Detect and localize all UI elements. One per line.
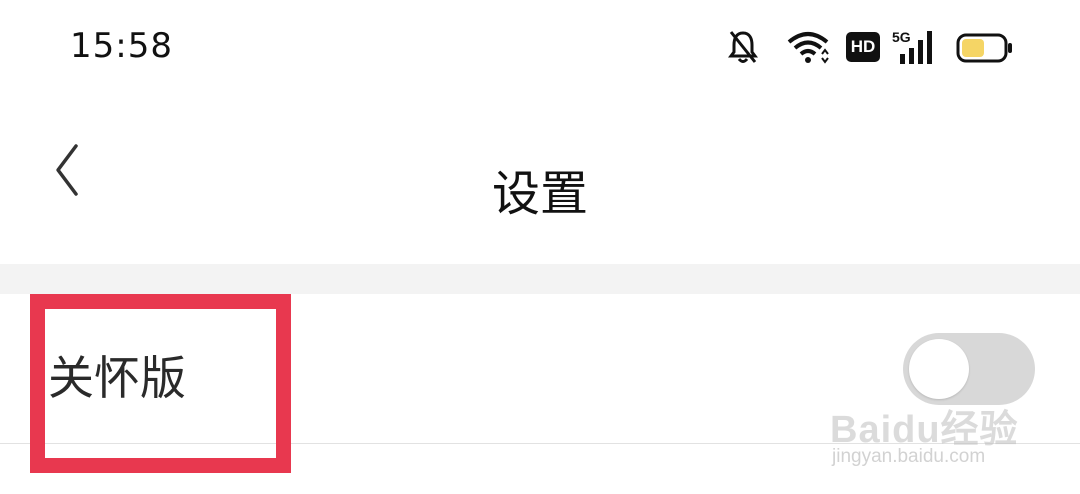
5g-signal-icon: 5G bbox=[892, 28, 940, 70]
section-divider bbox=[0, 264, 1080, 294]
page-title: 设置 bbox=[491, 166, 588, 222]
toggle-knob bbox=[909, 339, 969, 399]
status-bar: 15:58 HD 5G bbox=[0, 0, 1080, 96]
highlight-annotation-box bbox=[30, 294, 291, 473]
network-type-label: 5G bbox=[892, 29, 911, 45]
mute-bell-icon bbox=[728, 28, 758, 70]
wifi-icon bbox=[786, 28, 830, 70]
nav-bar: 设置 bbox=[0, 96, 1080, 264]
hd-icon: HD bbox=[846, 32, 880, 62]
care-mode-toggle[interactable] bbox=[903, 333, 1035, 405]
status-time: 15:58 bbox=[70, 26, 173, 66]
watermark-url: jingyan.baidu.com bbox=[832, 446, 986, 467]
battery-icon bbox=[956, 28, 1014, 70]
